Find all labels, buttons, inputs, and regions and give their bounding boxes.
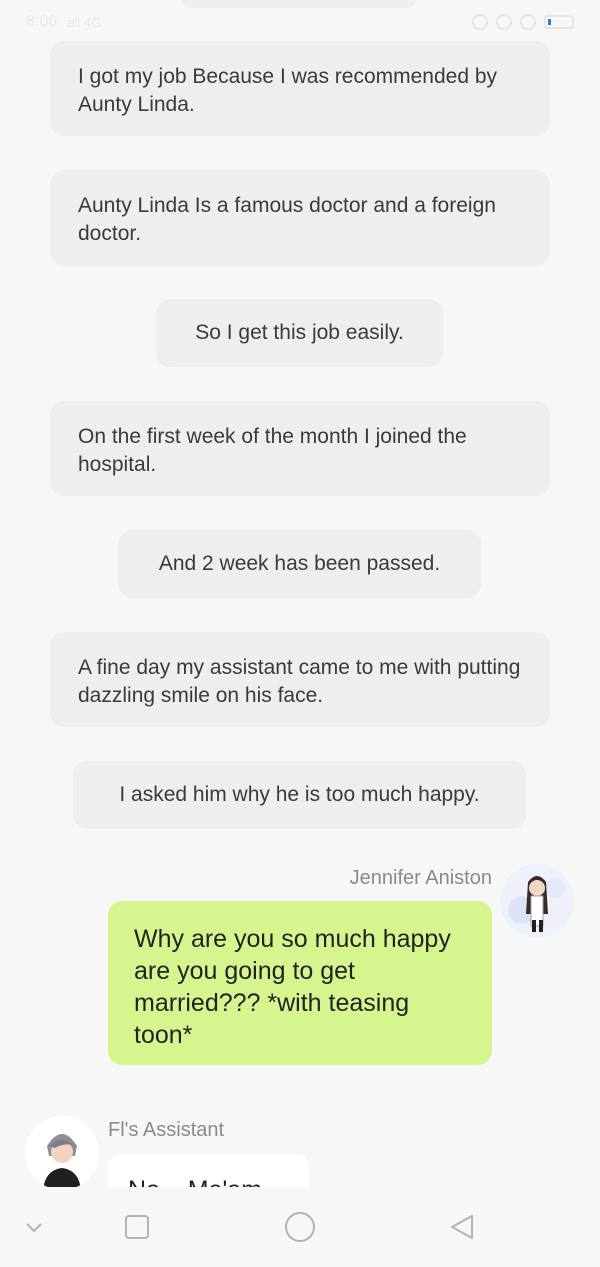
status-bar: 8:06 all 4G [0,0,600,44]
recents-square-icon[interactable] [117,1207,157,1247]
navigation-bar [0,1187,600,1267]
sync-icon [520,14,536,30]
narration-box: On the first week of the month I joined … [50,401,550,496]
narration-box: Aunty Linda Is a famous doctor and a for… [50,170,550,266]
avatar-assistant[interactable] [25,1116,99,1190]
status-time: 8:06 [26,13,58,30]
speaker-name: Fl's Assistant [108,1119,225,1141]
avatar-illustration-icon [25,1116,99,1190]
narration-box: And 2 week has been passed. [118,530,481,598]
network-indicator: all 4G [67,14,102,30]
speaker-name: Jennifer Aniston [349,867,492,889]
narration-box: I asked him why he is too much happy. [73,761,526,829]
narration-box: A fine day my assistant came to me with … [50,632,550,727]
chevron-down-icon[interactable] [14,1207,54,1247]
back-triangle-icon[interactable] [442,1207,482,1247]
home-circle-icon[interactable] [280,1207,320,1247]
message-bubble-sent: Why are you so much happy are you going … [108,901,492,1065]
location-icon [472,14,488,30]
avatar-jennifer[interactable] [500,864,574,938]
alarm-icon [496,14,512,30]
narration-box: So I get this job easily. [156,299,443,367]
avatar-illustration-icon [500,864,574,938]
narration-box: I got my job Because I was recommended b… [50,41,550,136]
battery-icon [544,15,574,29]
